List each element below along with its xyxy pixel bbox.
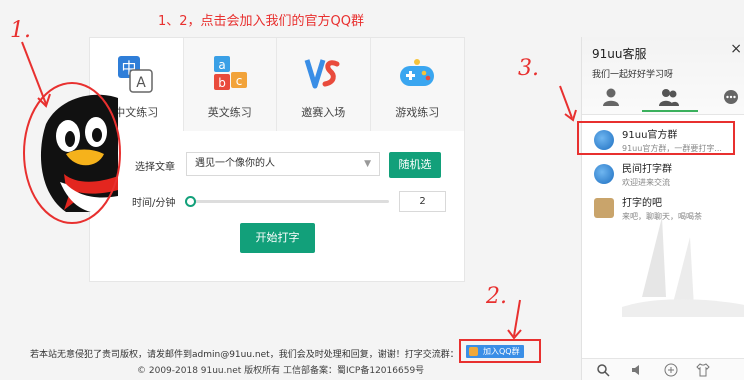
customer-service-panel: 91uu客服 × 我们一起好好学习呀 91uu官方群 91uu官方群，一群要打字… (581, 37, 744, 380)
group-item-official[interactable]: 91uu官方群 91uu官方群，一群要打字... (588, 123, 736, 157)
tab-label: 邀赛入场 (301, 106, 346, 119)
time-input[interactable]: 2 (399, 191, 446, 212)
panel-toolbar (582, 358, 744, 380)
tab-label: 英文练习 (207, 106, 252, 119)
tab-english-practice[interactable]: a b c 英文练习 (183, 38, 277, 131)
typing-card: 中 A 中文练习 a b c 英文练习 邀赛入场 游戏练习 选择文章 遇见一个像… (89, 37, 465, 282)
chevron-down-icon: ▼ (364, 159, 371, 169)
annotation-title-note: 1、2，点击会加入我们的官方QQ群 (158, 14, 365, 29)
slider-handle[interactable] (185, 196, 196, 207)
footer-copyright: © 2009-2018 91uu.net 版权所有 工信部备案：蜀ICP备120… (137, 366, 425, 376)
shirt-icon[interactable] (696, 363, 710, 377)
group-desc: 91uu官方群，一群要打字... (622, 144, 722, 153)
single-user-icon[interactable] (600, 87, 622, 107)
close-icon[interactable]: × (730, 41, 742, 57)
group-users-icon[interactable] (658, 87, 680, 107)
svg-text:A: A (136, 75, 146, 91)
panel-title: 91uu客服 (592, 47, 647, 61)
active-tab-underline (642, 110, 698, 112)
svg-text:c: c (235, 74, 242, 88)
annotation-number-1: 1. (10, 18, 31, 43)
article-label: 选择文章 (135, 161, 175, 173)
time-slider[interactable] (185, 196, 389, 207)
vs-icon (303, 54, 343, 96)
svg-text:a: a (218, 58, 225, 72)
group-avatar-icon (594, 130, 614, 150)
time-controls: 2 (90, 191, 466, 212)
panel-subtitle: 我们一起好好学习呀 (592, 70, 674, 80)
gamepad-icon (397, 54, 437, 96)
more-icon[interactable] (720, 87, 742, 107)
speaker-icon[interactable] (630, 363, 644, 377)
mode-tabs: 中 A 中文练习 a b c 英文练习 邀赛入场 游戏练习 (90, 38, 464, 131)
join-qq-group-label: 加入QQ群 (483, 347, 520, 356)
search-icon[interactable] (596, 363, 610, 377)
add-icon[interactable] (664, 363, 678, 377)
svg-text:b: b (218, 76, 226, 90)
random-select-button[interactable]: 随机选 (389, 152, 441, 178)
tab-invite-match[interactable]: 邀赛入场 (277, 38, 371, 131)
qq-group-icon (469, 347, 478, 356)
group-item-folk[interactable]: 民间打字群 欢迎进来交流 (588, 157, 736, 191)
abc-blocks-icon: a b c (210, 54, 250, 96)
group-desc: 欢迎进来交流 (622, 178, 670, 187)
panel-header: 91uu客服 × 我们一起好好学习呀 (582, 37, 744, 115)
landscape-decoration (622, 217, 744, 317)
tab-label: 中文练习 (114, 106, 159, 119)
footer-notice: 若本站无意侵犯了贵司版权，请发邮件到admin@91uu.net，我们会及时处理… (30, 350, 459, 360)
article-select-value: 遇见一个像你的人 (195, 158, 275, 169)
group-name: 91uu官方群 (622, 130, 678, 141)
join-qq-group-button[interactable]: 加入QQ群 (466, 345, 524, 358)
group-name: 民间打字群 (622, 164, 672, 175)
qq-penguin-mascot (26, 84, 118, 224)
annotation-number-3: 3. (518, 56, 539, 81)
tab-label: 游戏练习 (395, 106, 440, 119)
tab-game-practice[interactable]: 游戏练习 (370, 38, 464, 131)
article-select[interactable]: 遇见一个像你的人 ▼ (186, 152, 380, 176)
chinese-char-icon: 中 A (116, 54, 156, 96)
annotation-number-2: 2. (486, 284, 507, 309)
start-typing-button[interactable]: 开始打字 (240, 223, 315, 253)
group-avatar-icon (594, 164, 614, 184)
